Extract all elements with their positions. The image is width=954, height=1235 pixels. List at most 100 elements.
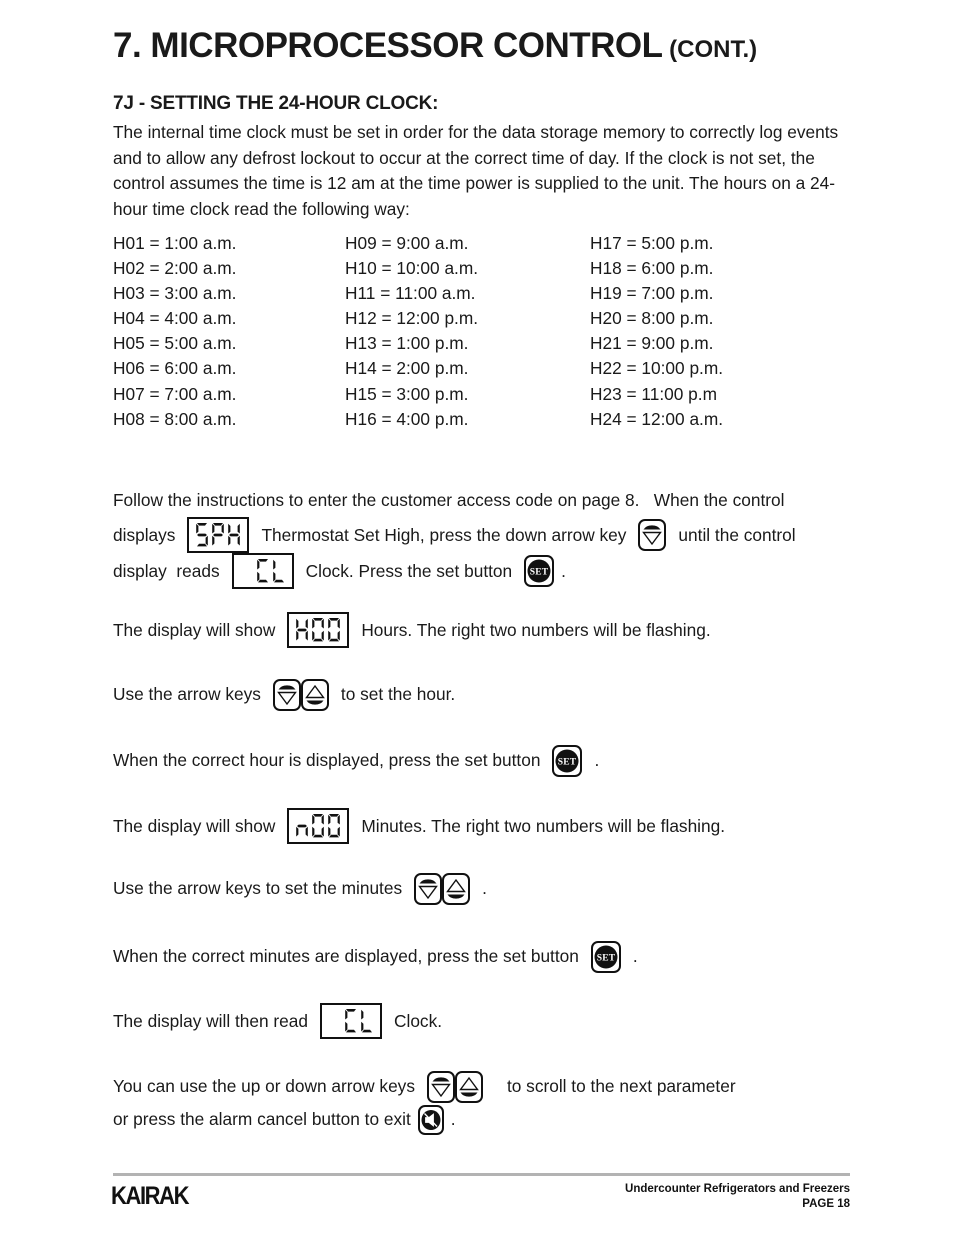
step-1-line-3: display reads Clock. Press the set butto… bbox=[113, 553, 873, 589]
hours-entry: H09 = 9:00 a.m. bbox=[345, 233, 469, 253]
lcd-display-sph bbox=[187, 517, 250, 553]
step-2-text-b: Hours. The right two numbers will be fla… bbox=[361, 619, 711, 640]
up-arrow-key-icon[interactable] bbox=[442, 872, 471, 905]
down-arrow-key-icon[interactable] bbox=[272, 678, 301, 711]
set-button-label: SET bbox=[558, 757, 577, 767]
hours-column-1: H01 = 1:00 a.m. H02 = 2:00 a.m. H03 = 3:… bbox=[113, 231, 345, 432]
step-1-line-2: displays Thermostat Set High, press the … bbox=[113, 517, 873, 553]
step-3-line: Use the arrow keys to set the hour. bbox=[113, 678, 873, 711]
hours-entry: H08 = 8:00 a.m. bbox=[113, 408, 237, 429]
step-8-text-a: The display will then read bbox=[113, 1010, 308, 1031]
hours-entry: H23 = 11:00 p.m bbox=[590, 383, 717, 404]
step-4-text-b: . bbox=[594, 750, 600, 770]
hours-entry: H02 = 2:00 a.m. bbox=[113, 258, 237, 279]
hours-entry: H17 = 5:00 p.m. bbox=[590, 233, 714, 253]
step-9-line-1: You can use the up or down arrow keys to… bbox=[113, 1070, 873, 1103]
step-5-text-a: The display will show bbox=[113, 815, 276, 836]
hours-entry: H19 = 7:00 p.m. bbox=[590, 283, 714, 304]
step-9-text-d: . bbox=[450, 1109, 456, 1129]
step-6-block: Use the arrow keys to set the minutes . bbox=[113, 872, 873, 905]
step-2-block: The display will show Hours. The right t… bbox=[113, 612, 873, 648]
step-1-text: Follow the instructions to enter the cus… bbox=[113, 490, 785, 510]
lcd-display-h00 bbox=[287, 612, 350, 648]
intro-paragraph: The internal time clock must be set in o… bbox=[113, 122, 839, 219]
lcd-display-n00 bbox=[287, 808, 350, 844]
document-page: 7. MICROPROCESSOR CONTROL (CONT.) 7J - S… bbox=[0, 0, 954, 1235]
set-button-label: SET bbox=[530, 567, 549, 577]
hours-entry: H21 = 9:00 p.m. bbox=[590, 333, 714, 354]
step-5-line: The display will show Minutes. The right… bbox=[113, 808, 873, 844]
step-1-text-a: displays bbox=[113, 524, 176, 545]
lcd-display-cl-1 bbox=[231, 553, 294, 589]
hours-entry: H04 = 4:00 a.m. bbox=[113, 308, 237, 329]
lcd-display-cl-2 bbox=[320, 1003, 382, 1039]
step-6-line: Use the arrow keys to set the minutes . bbox=[113, 872, 873, 905]
section-heading: 7J - SETTING THE 24-HOUR CLOCK: bbox=[113, 93, 439, 114]
step-7-block: When the correct minutes are displayed, … bbox=[113, 940, 873, 973]
step-3-text-b: to set the hour. bbox=[340, 684, 456, 704]
hours-entry: H05 = 5:00 a.m. bbox=[113, 333, 237, 354]
page-title-cont: (CONT.) bbox=[669, 36, 758, 63]
step-5-text-b: Minutes. The right two numbers will be f… bbox=[361, 815, 726, 836]
hours-entry: H22 = 10:00 p.m. bbox=[590, 358, 724, 379]
step-9-line-2: or press the alarm cancel button to exit… bbox=[113, 1103, 873, 1136]
step-3-text-a: Use the arrow keys bbox=[113, 684, 261, 704]
hours-entry: H10 = 10:00 a.m. bbox=[345, 258, 479, 279]
step-1-line-1: Follow the instructions to enter the cus… bbox=[113, 484, 873, 517]
step-6-text-b: . bbox=[482, 878, 487, 898]
step-8-text-b: Clock. bbox=[394, 1010, 443, 1031]
hours-entry: H11 = 11:00 a.m. bbox=[345, 283, 476, 304]
step-7-text-b: . bbox=[632, 946, 638, 966]
set-button-icon[interactable]: SET bbox=[590, 940, 621, 973]
step-4-line: When the correct hour is displayed, pres… bbox=[113, 744, 873, 777]
footer-product-line: Undercounter Refrigerators and Freezers bbox=[625, 1183, 850, 1195]
step-3-block: Use the arrow keys to set the hour. bbox=[113, 678, 873, 711]
up-arrow-key-icon[interactable] bbox=[454, 1070, 483, 1103]
down-arrow-key-icon[interactable] bbox=[426, 1070, 455, 1103]
hours-entry: H12 = 12:00 p.m. bbox=[345, 308, 479, 329]
hours-entry: H03 = 3:00 a.m. bbox=[113, 283, 237, 304]
step-5-block: The display will show Minutes. The right… bbox=[113, 808, 873, 844]
set-button-icon[interactable]: SET bbox=[552, 744, 583, 777]
step-8-line: The display will then read Clock. bbox=[113, 1003, 873, 1039]
page-title-main: 7. MICROPROCESSOR CONTROL bbox=[113, 26, 663, 65]
set-button-label: SET bbox=[597, 953, 616, 963]
step-1-block: Follow the instructions to enter the cus… bbox=[113, 484, 873, 589]
hours-column-3: H17 = 5:00 p.m. H18 = 6:00 p.m. H19 = 7:… bbox=[590, 231, 830, 432]
footer-page-number: PAGE 18 bbox=[802, 1198, 850, 1210]
step-4-text-a: When the correct hour is displayed, pres… bbox=[113, 750, 541, 770]
step-1-text-e: Clock. Press the set button bbox=[305, 560, 513, 581]
step-2-line: The display will show Hours. The right t… bbox=[113, 612, 873, 648]
step-2-text-a: The display will show bbox=[113, 619, 276, 640]
step-7-text-a: When the correct minutes are displayed, … bbox=[113, 946, 579, 966]
hours-entry: H07 = 7:00 a.m. bbox=[113, 383, 237, 404]
hours-entry: H13 = 1:00 p.m. bbox=[345, 333, 469, 354]
down-arrow-key-icon[interactable] bbox=[414, 872, 443, 905]
page-title: 7. MICROPROCESSOR CONTROL (CONT.) bbox=[113, 26, 853, 65]
step-1-text-d: display reads bbox=[113, 560, 220, 581]
hours-entry: H18 = 6:00 p.m. bbox=[590, 258, 714, 279]
footer-info: Undercounter Refrigerators and Freezers … bbox=[625, 1182, 850, 1212]
down-arrow-key-icon[interactable] bbox=[638, 519, 667, 551]
alarm-cancel-button-icon[interactable] bbox=[417, 1104, 444, 1135]
step-1-text-c: until the control bbox=[678, 524, 796, 545]
page-title-block: 7. MICROPROCESSOR CONTROL (CONT.) bbox=[113, 26, 853, 65]
step-9-text-a: You can use the up or down arrow keys bbox=[113, 1076, 415, 1096]
hours-entry: H16 = 4:00 p.m. bbox=[345, 408, 469, 429]
step-6-text-a: Use the arrow keys to set the minutes bbox=[113, 878, 403, 898]
hours-entry: H01 = 1:00 a.m. bbox=[113, 233, 237, 253]
step-8-block: The display will then read Clock. bbox=[113, 1003, 873, 1039]
step-4-block: When the correct hour is displayed, pres… bbox=[113, 744, 873, 777]
hours-entry: H24 = 12:00 a.m. bbox=[590, 408, 724, 429]
step-7-line: When the correct minutes are displayed, … bbox=[113, 940, 873, 973]
set-button-icon[interactable]: SET bbox=[524, 555, 555, 587]
step-9-block: You can use the up or down arrow keys to… bbox=[113, 1070, 873, 1136]
hours-entry: H20 = 8:00 p.m. bbox=[590, 308, 714, 329]
hour-reference-table: H01 = 1:00 a.m. H02 = 2:00 a.m. H03 = 3:… bbox=[113, 231, 853, 432]
footer-divider bbox=[113, 1173, 850, 1176]
up-arrow-key-icon[interactable] bbox=[300, 678, 329, 711]
step-1-text-f: . bbox=[561, 560, 566, 581]
step-9-text-b: to scroll to the next parameter bbox=[506, 1076, 736, 1096]
kairak-logo: KAIRAK bbox=[111, 1182, 190, 1210]
step-9-text-c: or press the alarm cancel button to exit bbox=[113, 1109, 411, 1129]
